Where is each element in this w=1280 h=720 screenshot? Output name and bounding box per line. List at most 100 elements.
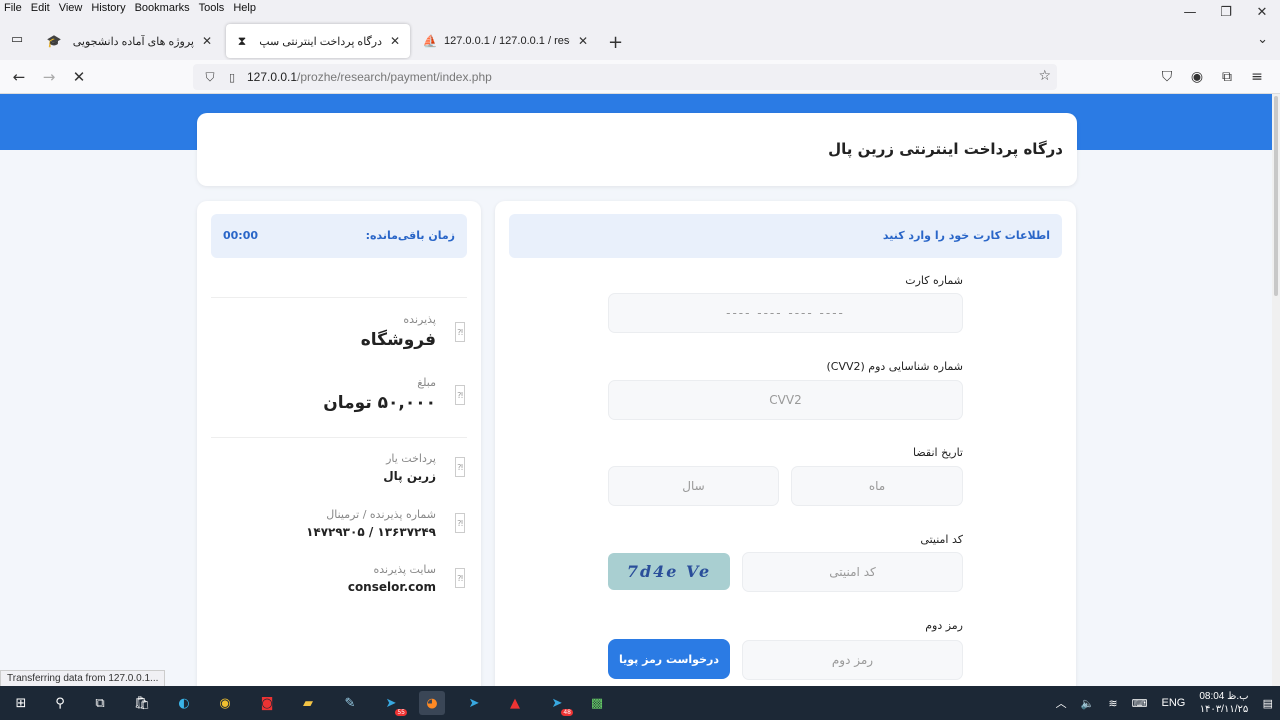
edge-icon[interactable]: ◐ bbox=[171, 691, 197, 715]
status-bar: Transferring data from 127.0.0.1... bbox=[0, 670, 166, 687]
divider bbox=[211, 297, 467, 298]
menu-tools[interactable]: Tools bbox=[199, 2, 225, 14]
back-arrow-icon[interactable]: ← bbox=[8, 66, 30, 88]
notification-badge: 55 bbox=[395, 709, 407, 716]
request-dynamic-password-button[interactable]: درخواست رمز پویا bbox=[608, 639, 730, 679]
navigation-bar: ← → ✕ ⛉ ▯ 127.0.0.1/prozhe/research/paym… bbox=[0, 60, 1280, 94]
speaker-icon[interactable]: 🔈 bbox=[1081, 697, 1095, 710]
new-tab-icon[interactable]: + bbox=[608, 32, 623, 53]
extensions-icon[interactable]: ⧉ bbox=[1212, 66, 1242, 88]
terminal-item: شماره پذیرنده / ترمینال ۱۳۶۳۷۲۴۹ / ۱۴۷۲۹… bbox=[306, 508, 436, 539]
card-number-label: شماره کارت bbox=[905, 274, 963, 287]
menu-file[interactable]: File bbox=[4, 2, 22, 14]
shield-icon[interactable]: ⛉ bbox=[197, 70, 223, 85]
info-icon: ⁈ bbox=[455, 568, 465, 588]
card-number-input[interactable]: ---- ---- ---- ---- bbox=[608, 293, 963, 333]
menu-bar: File Edit View History Bookmarks Tools H… bbox=[0, 0, 1280, 16]
notification-badge: 48 bbox=[561, 709, 573, 716]
scrollbar-thumb[interactable] bbox=[1274, 96, 1278, 296]
second-password-input[interactable]: رمز دوم bbox=[742, 640, 963, 680]
menu-help[interactable]: Help bbox=[233, 2, 256, 14]
keyboard-icon[interactable]: ⌨ bbox=[1132, 697, 1148, 710]
bookmark-star-icon[interactable]: ☆ bbox=[1038, 68, 1051, 84]
acrobat-icon[interactable]: ▲ bbox=[502, 691, 528, 715]
windows-start-icon[interactable]: ⊞ bbox=[8, 691, 34, 715]
close-tab-icon[interactable]: ✕ bbox=[388, 34, 402, 48]
address-bar[interactable]: ⛉ ▯ 127.0.0.1/prozhe/research/payment/in… bbox=[193, 64, 1057, 90]
language-indicator[interactable]: ENG bbox=[1161, 697, 1185, 709]
pocket-icon[interactable]: ⛉ bbox=[1152, 66, 1182, 88]
expiry-label: تاریخ انقضا bbox=[913, 446, 963, 459]
clock[interactable]: 08:04 ب.ظ ۱۴۰۳/۱۱/۲۵ bbox=[1199, 690, 1248, 716]
page-title: درگاه پرداخت اینترنتی زرین پال bbox=[828, 140, 1063, 158]
menu-edit[interactable]: Edit bbox=[31, 2, 50, 14]
psp-value: زرین پال bbox=[383, 469, 436, 483]
notepad-icon[interactable]: ✎ bbox=[337, 691, 363, 715]
menu-view[interactable]: View bbox=[59, 2, 83, 14]
instruction-box: اطلاعات کارت خود را وارد کنید bbox=[509, 214, 1062, 258]
timer-value: 00:00 bbox=[223, 229, 259, 242]
cvv2-input[interactable]: CVV2 bbox=[608, 380, 963, 420]
firefox-view-icon[interactable]: ▭ bbox=[4, 26, 30, 52]
chevron-up-icon[interactable]: ︿ bbox=[1056, 695, 1067, 711]
app-icon-2[interactable]: ▩ bbox=[584, 691, 610, 715]
system-tray: ︿ 🔈 ≋ ⌨ ENG 08:04 ب.ظ ۱۴۰۳/۱۱/۲۵ ▤ bbox=[1049, 686, 1280, 720]
site-item: سایت پذیرنده conselor.com bbox=[348, 563, 436, 594]
hamburger-menu-icon[interactable]: ≡ bbox=[1242, 66, 1272, 88]
url-text[interactable]: 127.0.0.1/prozhe/research/payment/index.… bbox=[247, 70, 492, 84]
file-explorer-icon[interactable]: ▰ bbox=[295, 691, 321, 715]
search-icon[interactable]: ⚲ bbox=[47, 691, 73, 715]
page-scrollbar[interactable] bbox=[1272, 94, 1280, 686]
tab-projects[interactable]: 🎓 پروژه های آماده دانشجویی ✕ bbox=[38, 24, 222, 58]
menu-bookmarks[interactable]: Bookmarks bbox=[135, 2, 190, 14]
telegram-icon-2[interactable]: ➤ bbox=[461, 691, 487, 715]
site-value: conselor.com bbox=[347, 580, 436, 594]
close-tab-icon[interactable]: ✕ bbox=[200, 34, 214, 48]
tab-bar: ▭ 🎓 پروژه های آماده دانشجویی ✕ ⧗ درگاه پ… bbox=[0, 16, 1280, 60]
expiry-year-input[interactable]: سال bbox=[608, 466, 779, 506]
terminal-label: شماره پذیرنده / ترمینال bbox=[326, 508, 436, 521]
chevron-down-icon[interactable]: ⌄ bbox=[1257, 32, 1268, 47]
tab-title: درگاه پرداخت اینترنتی سپ - پردا bbox=[256, 35, 382, 48]
site-label: سایت پذیرنده bbox=[373, 563, 437, 576]
wifi-icon[interactable]: ≋ bbox=[1108, 697, 1117, 710]
info-icon: ⁈ bbox=[455, 513, 465, 533]
hourglass-icon: ⧗ bbox=[237, 33, 247, 48]
acceptor-value: فروشگاه bbox=[360, 330, 436, 350]
close-tab-icon[interactable]: ✕ bbox=[576, 34, 590, 48]
psp-item: پرداخت یار زرین پال bbox=[383, 452, 436, 483]
app-icon[interactable]: ◙ bbox=[254, 691, 280, 715]
phpmyadmin-icon: ⛵ bbox=[422, 34, 438, 48]
stop-loading-icon[interactable]: ✕ bbox=[68, 66, 90, 88]
timer-label: زمان باقی‌مانده: bbox=[365, 229, 455, 242]
store-icon[interactable]: 🛍 bbox=[129, 691, 155, 715]
task-view-icon[interactable]: ⧉ bbox=[87, 691, 113, 715]
telegram-icon-3[interactable]: ➤ 48 bbox=[544, 691, 573, 716]
tab-phpmyadmin[interactable]: ⛵ 127.0.0.1 / 127.0.0.1 / research ✕ bbox=[414, 24, 598, 58]
amount-item: مبلغ ۵۰,۰۰۰ تومان bbox=[323, 376, 436, 413]
menu-history[interactable]: History bbox=[91, 2, 125, 14]
account-icon[interactable]: ◉ bbox=[1182, 66, 1212, 88]
timer-box: زمان باقی‌مانده: 00:00 bbox=[211, 214, 467, 258]
page-icon[interactable]: ▯ bbox=[223, 71, 241, 84]
amount-label: مبلغ bbox=[417, 376, 436, 389]
divider bbox=[211, 437, 467, 438]
graduation-cap-icon: 🎓 bbox=[46, 34, 62, 48]
captcha-input[interactable]: کد امنیتی bbox=[742, 552, 963, 592]
telegram-icon[interactable]: ➤ 55 bbox=[378, 691, 407, 716]
title-card: درگاه پرداخت اینترنتی زرین پال bbox=[197, 113, 1077, 186]
expiry-month-input[interactable]: ماه bbox=[791, 466, 963, 506]
chrome-icon[interactable]: ◉ bbox=[212, 691, 238, 715]
firefox-icon[interactable]: ◕ bbox=[419, 691, 445, 715]
forward-arrow-icon[interactable]: → bbox=[38, 66, 60, 88]
amount-value: ۵۰,۰۰۰ تومان bbox=[323, 393, 436, 413]
notification-icon[interactable]: ▤ bbox=[1263, 697, 1273, 710]
acceptor-item: پذیرنده فروشگاه bbox=[361, 313, 436, 350]
tab-payment-gateway[interactable]: ⧗ درگاه پرداخت اینترنتی سپ - پردا ✕ bbox=[226, 24, 410, 58]
instruction-text: اطلاعات کارت خود را وارد کنید bbox=[882, 229, 1050, 242]
info-icon: ⁈ bbox=[455, 322, 465, 342]
cvv2-label: شماره شناسایی دوم (CVV2) bbox=[826, 360, 963, 373]
info-icon: ⁈ bbox=[455, 457, 465, 477]
page-content: درگاه پرداخت اینترنتی زرین پال زمان باقی… bbox=[0, 94, 1272, 686]
captcha-image[interactable]: 7d4e Ve bbox=[608, 553, 730, 590]
